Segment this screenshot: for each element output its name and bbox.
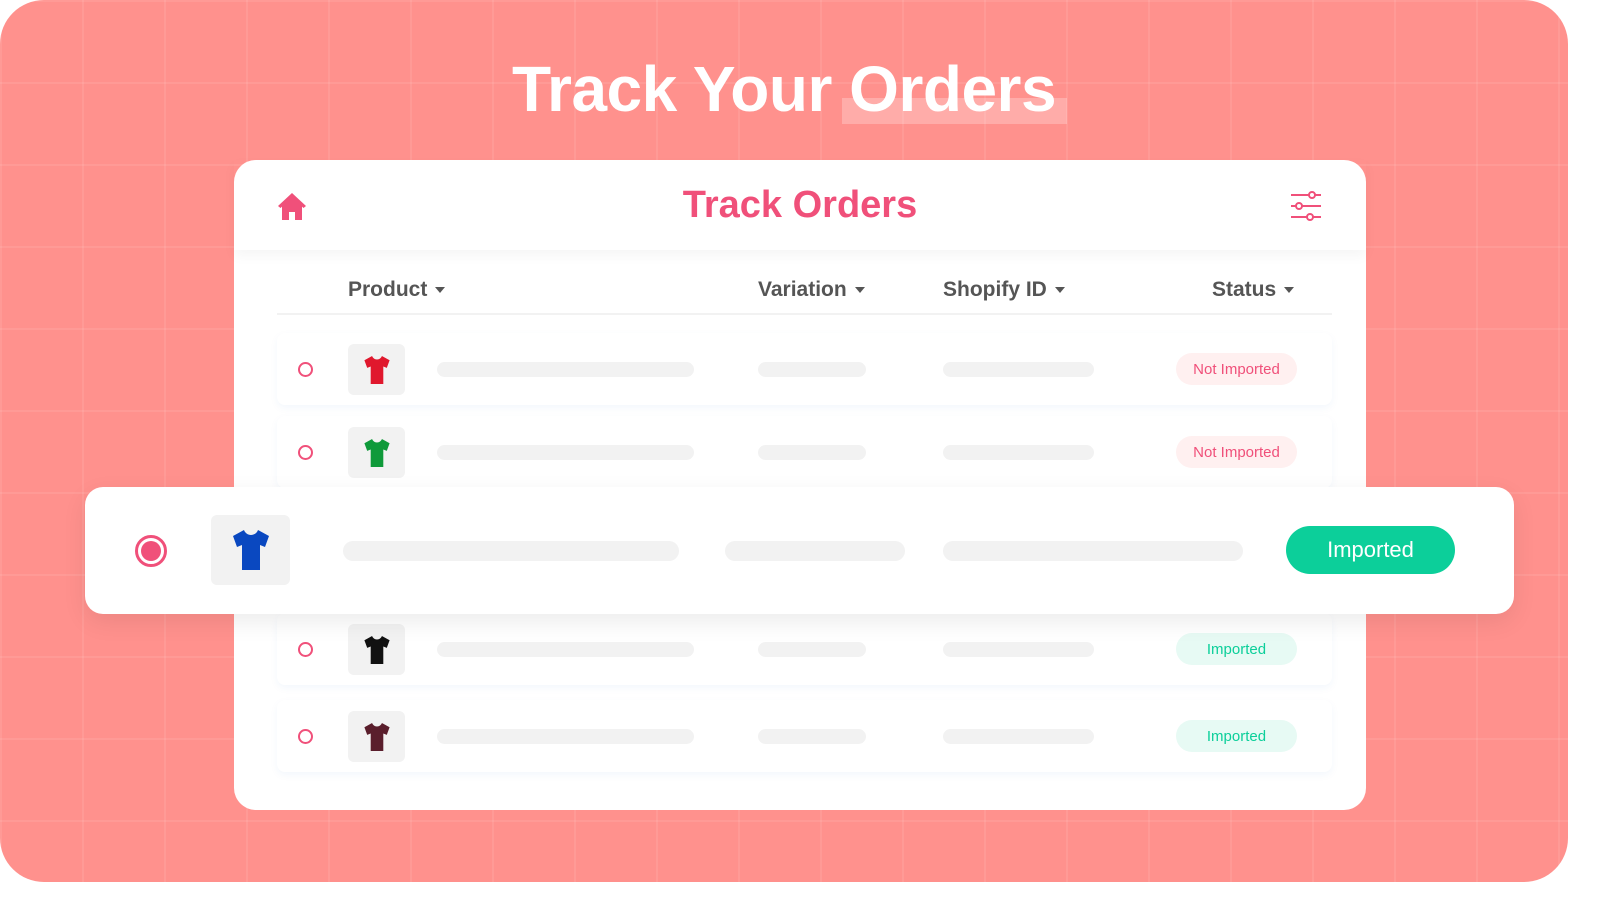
table-row[interactable]: Imported (277, 700, 1332, 772)
placeholder-bar (437, 362, 694, 377)
tshirt-icon (363, 355, 390, 384)
placeholder-bar (758, 362, 866, 377)
placeholder-bar (343, 541, 679, 561)
divider (277, 313, 1332, 315)
caret-down-icon (1284, 287, 1295, 294)
radio-selected[interactable] (135, 535, 167, 567)
radio-button[interactable] (298, 445, 313, 460)
hero-title: Track Your Orders (511, 53, 1057, 125)
radio-button[interactable] (298, 362, 313, 377)
tshirt-icon (363, 722, 390, 751)
placeholder-bar (758, 445, 866, 460)
panel-header: Track Orders (234, 160, 1366, 250)
product-thumbnail (348, 344, 405, 395)
placeholder-bar (437, 729, 694, 744)
caret-down-icon (1054, 287, 1065, 294)
panel-title: Track Orders (682, 184, 918, 226)
tshirt-icon (363, 635, 390, 664)
caret-down-icon (854, 287, 865, 294)
tshirt-icon (363, 438, 390, 467)
placeholder-bar (943, 541, 1243, 561)
radio-button[interactable] (298, 642, 313, 657)
status-badge[interactable]: Imported (1176, 633, 1297, 665)
track-orders-panel: Track Orders Product Variation Shopify I… (234, 160, 1366, 810)
placeholder-bar (943, 445, 1094, 460)
status-badge[interactable]: Not Imported (1176, 353, 1297, 385)
placeholder-bar (437, 642, 694, 657)
placeholder-bar (437, 445, 694, 460)
column-shopify-id[interactable]: Shopify ID (943, 278, 1065, 302)
table-row[interactable]: Not Imported (277, 333, 1332, 405)
status-badge[interactable]: Imported (1176, 720, 1297, 752)
placeholder-bar (758, 642, 866, 657)
status-badge[interactable]: Not Imported (1176, 436, 1297, 468)
table-row[interactable]: Imported (277, 613, 1332, 685)
background: Track Your Orders Track Orders Product V… (0, 0, 1568, 882)
product-thumbnail (211, 515, 290, 585)
placeholder-bar (758, 729, 866, 744)
placeholder-bar (943, 642, 1094, 657)
tshirt-icon (232, 530, 269, 570)
product-thumbnail (348, 624, 405, 675)
status-badge[interactable]: Imported (1286, 526, 1455, 574)
product-thumbnail (348, 711, 405, 762)
column-variation[interactable]: Variation (758, 278, 865, 302)
product-thumbnail (348, 427, 405, 478)
placeholder-bar (943, 362, 1094, 377)
table-row-selected[interactable]: Imported (85, 487, 1514, 614)
column-product[interactable]: Product (348, 278, 446, 302)
table-row[interactable]: Not Imported (277, 416, 1332, 488)
column-status[interactable]: Status (1212, 278, 1295, 302)
placeholder-bar (725, 541, 905, 561)
radio-button[interactable] (298, 729, 313, 744)
placeholder-bar (943, 729, 1094, 744)
caret-down-icon (435, 287, 446, 294)
sliders-icon[interactable] (1290, 190, 1322, 222)
